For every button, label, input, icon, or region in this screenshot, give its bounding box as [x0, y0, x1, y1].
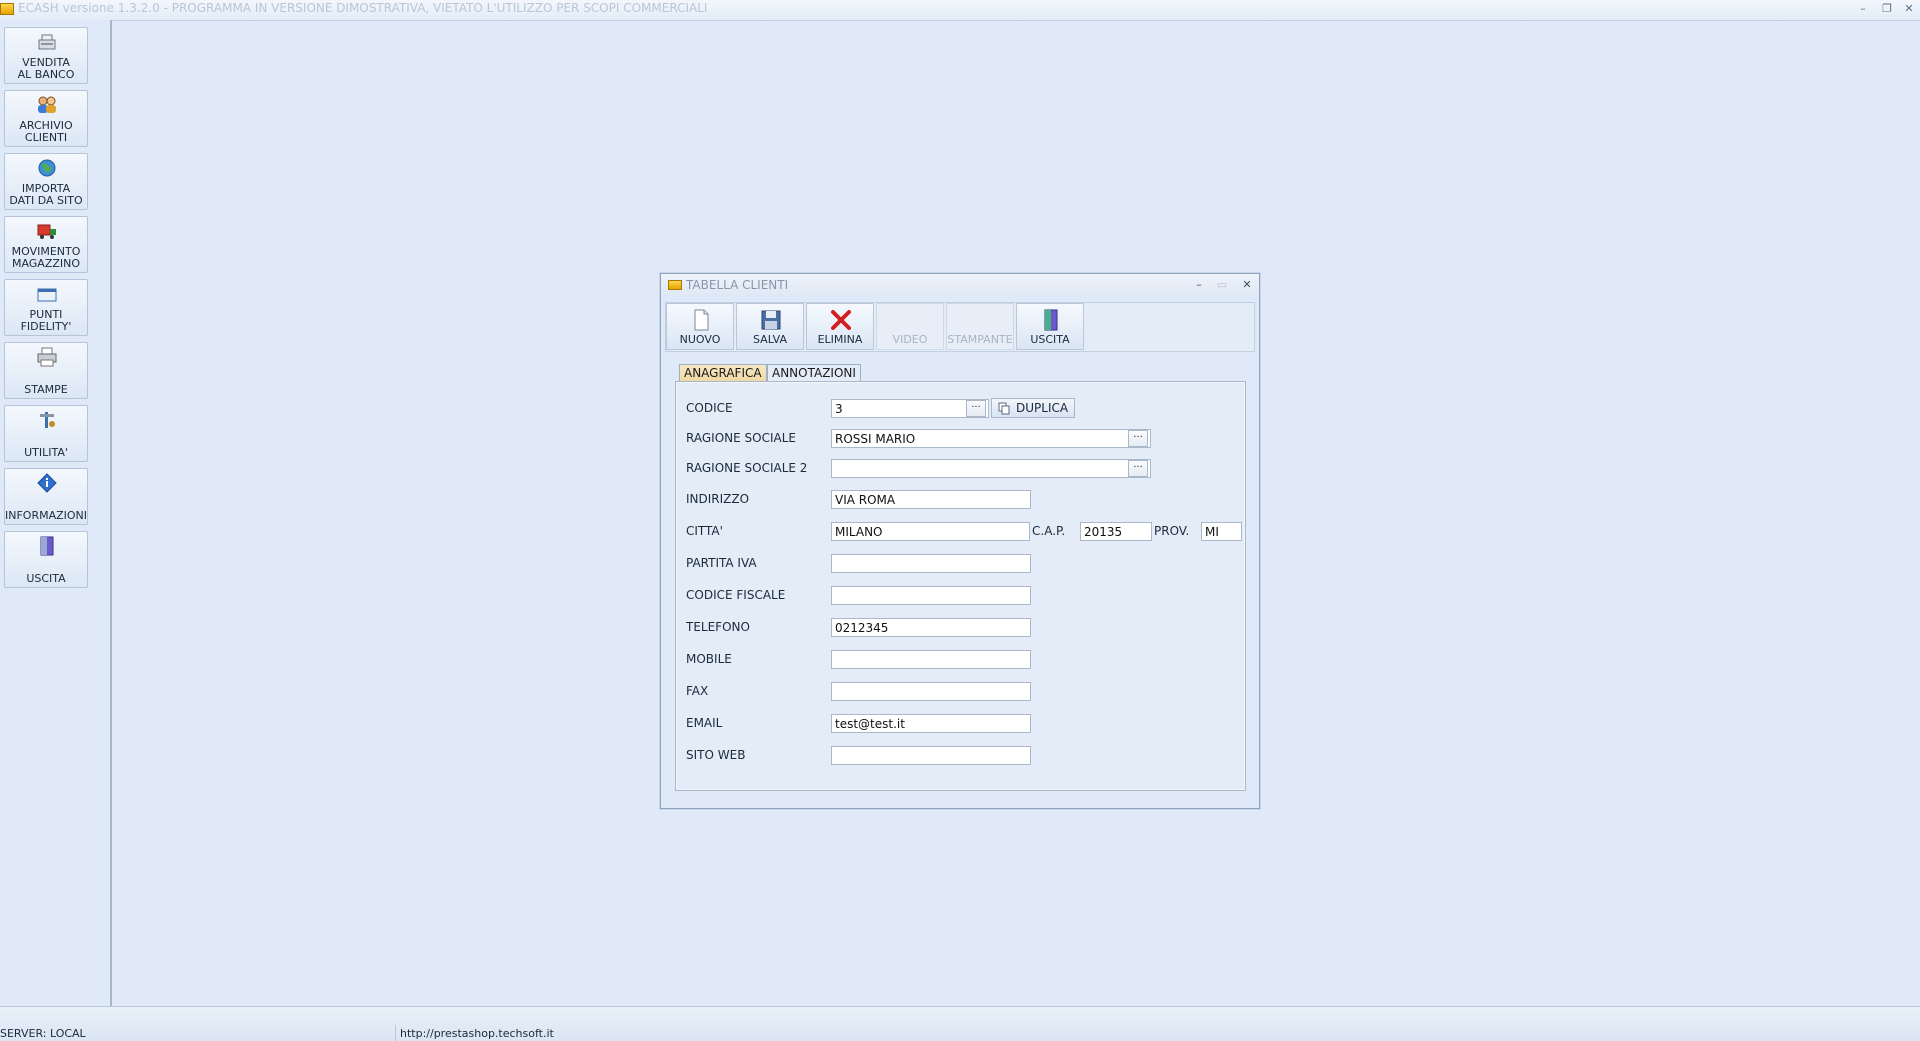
email-field[interactable]	[831, 714, 1031, 733]
tab-anagrafica[interactable]: ANAGRAFICA	[679, 364, 767, 381]
sidebar-item-utilita[interactable]: UTILITA'	[4, 405, 88, 462]
codice-fiscale-label: CODICE FISCALE	[686, 588, 786, 602]
tab-annotazioni[interactable]: ANNOTAZIONI	[767, 364, 861, 381]
restore-window-button[interactable]: ❐	[1876, 0, 1898, 18]
dialog-title-bar: TABELLA CLIENTI – ▭ ✕	[661, 274, 1259, 296]
globe-icon	[38, 159, 56, 177]
status-bar: SERVER: LOCAL http://prestashop.techsoft…	[0, 1006, 1920, 1041]
elimina-label: ELIMINA	[817, 333, 863, 346]
sidebar-item-stampe[interactable]: STAMPE	[4, 342, 88, 399]
printer-icon	[37, 347, 57, 367]
sidebar-item-label: MOVIMENTO MAGAZZINO	[11, 245, 81, 270]
stampante-label: STAMPANTE	[947, 333, 1013, 346]
mobile-field[interactable]	[831, 650, 1031, 669]
delete-x-icon	[831, 310, 851, 330]
video-label: VIDEO	[892, 333, 928, 346]
sidebar: VENDITA AL BANCO ARCHIVIO CLIENTI IMPORT…	[0, 20, 112, 1007]
clienti-dialog: TABELLA CLIENTI – ▭ ✕ NUOVO SALVA ELIMIN…	[660, 273, 1260, 809]
codice-label: CODICE	[686, 401, 733, 415]
telefono-field[interactable]	[831, 618, 1031, 637]
server-status: SERVER: LOCAL	[0, 1027, 86, 1040]
status-divider	[395, 1025, 396, 1041]
ragione-sociale-2-lookup-button[interactable]: ···	[1128, 460, 1148, 477]
nuovo-label: NUOVO	[679, 333, 721, 346]
window-title-bar: ECASH versione 1.3.2.0 - PROGRAMMA IN VE…	[0, 0, 1920, 21]
indirizzo-field[interactable]	[831, 490, 1031, 509]
prov-label: PROV.	[1154, 524, 1190, 538]
sidebar-item-punti-fidelity[interactable]: PUNTI FIDELITY'	[4, 279, 88, 336]
video-button[interactable]: VIDEO	[876, 303, 944, 350]
codice-fiscale-field[interactable]	[831, 586, 1031, 605]
salva-label: SALVA	[753, 333, 787, 346]
uscita-label: USCITA	[1030, 333, 1070, 346]
email-label: EMAIL	[686, 716, 723, 730]
copy-icon	[998, 402, 1010, 415]
mobile-label: MOBILE	[686, 652, 732, 666]
card-icon	[37, 288, 57, 302]
info-icon	[37, 473, 57, 493]
sidebar-item-vendita-al-banco[interactable]: VENDITA AL BANCO	[4, 27, 88, 84]
ragione-sociale-label: RAGIONE SOCIALE	[686, 431, 796, 445]
tools-icon	[40, 412, 55, 428]
cap-label: C.A.P.	[1032, 524, 1066, 538]
sito-web-label: SITO WEB	[686, 748, 746, 762]
duplica-label: DUPLICA	[1016, 401, 1069, 415]
sidebar-item-archivio-clienti[interactable]: ARCHIVIO CLIENTI	[4, 90, 88, 147]
truck-icon	[37, 224, 56, 239]
sidebar-item-label: PUNTI FIDELITY'	[20, 308, 72, 333]
dialog-toolbar: NUOVO SALVA ELIMINA VIDEO STAMPANTE USCI…	[665, 302, 1255, 352]
site-url: http://prestashop.techsoft.it	[400, 1027, 554, 1040]
nuovo-button[interactable]: NUOVO	[666, 303, 734, 350]
sidebar-item-uscita[interactable]: USCITA	[4, 531, 88, 588]
elimina-button[interactable]: ELIMINA	[806, 303, 874, 350]
sidebar-item-label: VENDITA AL BANCO	[17, 56, 75, 81]
sidebar-item-label: UTILITA'	[24, 446, 68, 459]
sidebar-item-label: IMPORTA DATI DA SITO	[9, 182, 83, 207]
partita-iva-field[interactable]	[831, 554, 1031, 573]
exit-door-icon	[40, 536, 54, 556]
indirizzo-label: INDIRIZZO	[686, 492, 750, 506]
stampante-button[interactable]: STAMPANTE	[946, 303, 1014, 350]
sidebar-item-movimento-magazzino[interactable]: MOVIMENTO MAGAZZINO	[4, 216, 88, 273]
close-window-button[interactable]: ✕	[1898, 0, 1920, 18]
ragione-sociale-lookup-button[interactable]: ···	[1128, 430, 1148, 447]
dialog-title: TABELLA CLIENTI	[686, 278, 789, 292]
app-logo-icon	[0, 3, 14, 15]
sidebar-item-label: ARCHIVIO CLIENTI	[19, 119, 73, 144]
telefono-label: TELEFONO	[686, 620, 750, 634]
exit-door-icon	[1044, 309, 1058, 331]
fax-label: FAX	[686, 684, 709, 698]
codice-lookup-button[interactable]: ···	[966, 400, 986, 417]
citta-field[interactable]	[831, 522, 1030, 541]
new-document-icon	[694, 309, 709, 331]
window-title: ECASH versione 1.3.2.0 - PROGRAMMA IN VE…	[18, 1, 708, 15]
minimize-window-button[interactable]: –	[1852, 0, 1874, 18]
dialog-maximize-button[interactable]: ▭	[1212, 276, 1232, 294]
salva-button[interactable]: SALVA	[736, 303, 804, 350]
partita-iva-label: PARTITA IVA	[686, 556, 757, 570]
sidebar-item-label: STAMPE	[24, 383, 68, 396]
cash-register-icon	[38, 34, 56, 50]
sito-web-field[interactable]	[831, 746, 1031, 765]
duplica-button[interactable]: DUPLICA	[991, 398, 1075, 418]
cap-field[interactable]	[1080, 522, 1152, 541]
people-icon	[38, 96, 56, 113]
ragione-sociale-2-field[interactable]	[831, 459, 1151, 478]
prov-field[interactable]	[1201, 522, 1242, 541]
dialog-minimize-button[interactable]: –	[1189, 276, 1209, 294]
citta-label: CITTA'	[686, 524, 723, 538]
anagrafica-panel: CODICE ··· DUPLICA RAGIONE SOCIALE ··· R…	[675, 381, 1246, 791]
ragione-sociale-2-label: RAGIONE SOCIALE 2	[686, 461, 808, 475]
uscita-button[interactable]: USCITA	[1016, 303, 1084, 350]
sidebar-item-label: USCITA	[26, 572, 66, 585]
dialog-close-button[interactable]: ✕	[1237, 276, 1257, 294]
floppy-disk-icon	[761, 310, 781, 330]
ragione-sociale-field[interactable]	[831, 429, 1151, 448]
app-logo-icon	[668, 280, 682, 290]
sidebar-item-importa-dati[interactable]: IMPORTA DATI DA SITO	[4, 153, 88, 210]
sidebar-item-label: INFORMAZIONI	[5, 509, 88, 522]
sidebar-item-informazioni[interactable]: INFORMAZIONI	[4, 468, 88, 525]
fax-field[interactable]	[831, 682, 1031, 701]
